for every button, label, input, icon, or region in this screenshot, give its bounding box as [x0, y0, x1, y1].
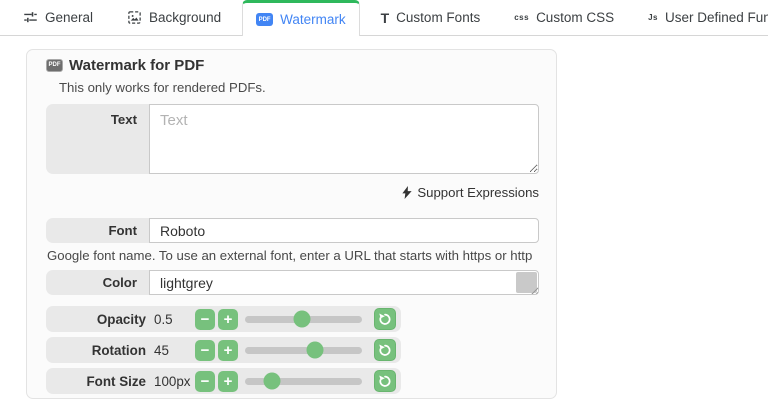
opacity-minus-button[interactable]: −: [195, 309, 215, 330]
tab-general[interactable]: General: [10, 0, 106, 35]
font-input[interactable]: [149, 218, 539, 243]
pdf-icon: PDF: [256, 13, 273, 26]
pdf-icon: PDF: [46, 59, 63, 72]
font-label: Font: [46, 218, 149, 243]
tab-custom-css[interactable]: css Custom CSS: [501, 0, 627, 35]
panel-header: PDF Watermark for PDF: [46, 57, 539, 73]
color-label: Color: [46, 270, 149, 295]
color-input-wrap: [149, 270, 539, 295]
tab-label: Custom CSS: [536, 10, 614, 25]
image-icon: [127, 10, 142, 25]
font-field-group: Font: [46, 218, 539, 243]
tab-label: Custom Fonts: [396, 10, 480, 25]
rotation-minus-button[interactable]: −: [195, 340, 215, 361]
opacity-value: 0.5: [154, 312, 195, 327]
rotation-plus-button[interactable]: +: [218, 340, 238, 361]
bolt-icon: [402, 186, 412, 199]
color-input[interactable]: [149, 270, 539, 295]
panel-subtitle: This only works for rendered PDFs.: [59, 80, 539, 95]
tune-icon: [23, 10, 38, 25]
opacity-slider-thumb[interactable]: [294, 311, 311, 328]
font-size-reset-button[interactable]: [374, 370, 396, 392]
opacity-plus-button[interactable]: +: [218, 309, 238, 330]
rotation-slider-thumb[interactable]: [307, 342, 324, 359]
rotation-slider-row: Rotation 45 − +: [46, 337, 401, 363]
css-icon: css: [514, 13, 529, 22]
text-label: Text: [46, 104, 149, 174]
opacity-slider-row: Opacity 0.5 − +: [46, 306, 401, 332]
tab-label: General: [45, 10, 93, 25]
opacity-slider-track[interactable]: [245, 316, 362, 323]
tab-custom-fonts[interactable]: T Custom Fonts: [368, 0, 494, 35]
font-help-text: Google font name. To use an external fon…: [47, 248, 539, 263]
text-field-group: Text: [46, 104, 539, 174]
rotation-value: 45: [154, 343, 195, 358]
panel-title: Watermark for PDF: [69, 57, 204, 74]
watermark-text-input[interactable]: [149, 104, 539, 174]
font-size-slider-track[interactable]: [245, 378, 362, 385]
rotation-reset-button[interactable]: [374, 339, 396, 361]
font-size-slider-thumb[interactable]: [263, 373, 280, 390]
tab-label: User Defined Functions(Javascript): [665, 10, 768, 25]
watermark-panel: PDF Watermark for PDF This only works fo…: [26, 49, 557, 399]
opacity-label: Opacity: [46, 312, 146, 327]
support-expressions: Support Expressions: [46, 185, 539, 200]
support-expressions-label: Support Expressions: [417, 185, 539, 200]
opacity-reset-button[interactable]: [374, 308, 396, 330]
font-size-plus-button[interactable]: +: [218, 371, 238, 392]
font-size-value: 100px: [154, 374, 195, 389]
text-format-icon: T: [381, 10, 390, 26]
tab-user-defined-functions[interactable]: Js User Defined Functions(Javascript): [635, 0, 768, 35]
tab-background[interactable]: Background: [114, 0, 234, 35]
tab-bar: General Background PDF Watermark T Custo…: [0, 0, 768, 36]
javascript-icon: Js: [648, 13, 658, 22]
tab-watermark[interactable]: PDF Watermark: [242, 0, 360, 36]
font-size-label: Font Size: [46, 374, 146, 389]
font-size-minus-button[interactable]: −: [195, 371, 215, 392]
tab-label: Watermark: [280, 12, 346, 27]
font-size-slider-row: Font Size 100px − +: [46, 368, 401, 394]
rotation-slider-track[interactable]: [245, 347, 362, 354]
color-field-group: Color: [46, 270, 539, 295]
tab-label: Background: [149, 10, 221, 25]
rotation-label: Rotation: [46, 343, 146, 358]
